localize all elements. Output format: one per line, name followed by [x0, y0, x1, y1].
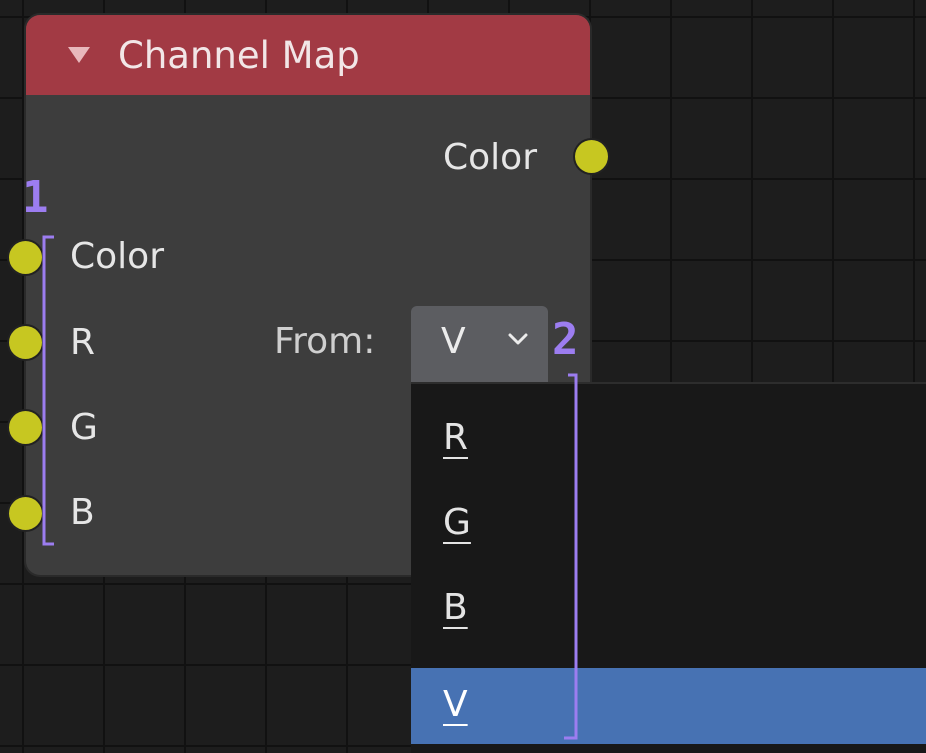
from-label: From:: [274, 321, 376, 362]
menu-item-label: G: [443, 502, 471, 543]
collapse-triangle-icon[interactable]: [68, 47, 90, 63]
annotation-number-1: 1: [22, 172, 49, 223]
from-dropdown[interactable]: V: [411, 306, 548, 382]
dropdown-value: V: [441, 321, 466, 362]
input-color-label: Color: [70, 236, 164, 277]
menu-item-label: V: [443, 684, 468, 725]
menu-item-r[interactable]: R: [411, 401, 926, 477]
dropdown-menu: R G B V: [411, 382, 926, 753]
node-header[interactable]: Channel Map: [26, 15, 590, 95]
annotation-number-2: 2: [552, 314, 579, 365]
input-b-label: B: [70, 492, 95, 533]
node-title: Channel Map: [118, 33, 360, 77]
input-g-label: G: [70, 407, 98, 448]
output-color-socket[interactable]: [575, 140, 608, 173]
output-color-label: Color: [443, 137, 537, 178]
annotation-bracket-2: [564, 373, 578, 740]
menu-item-g[interactable]: G: [411, 486, 926, 562]
input-r-label: R: [70, 322, 96, 363]
annotation-bracket-1: [42, 235, 54, 546]
menu-item-b[interactable]: B: [411, 571, 926, 647]
menu-item-label: B: [443, 587, 468, 628]
menu-item-v[interactable]: V: [411, 668, 926, 744]
chevron-down-icon: [508, 333, 528, 345]
menu-item-label: R: [443, 417, 469, 458]
